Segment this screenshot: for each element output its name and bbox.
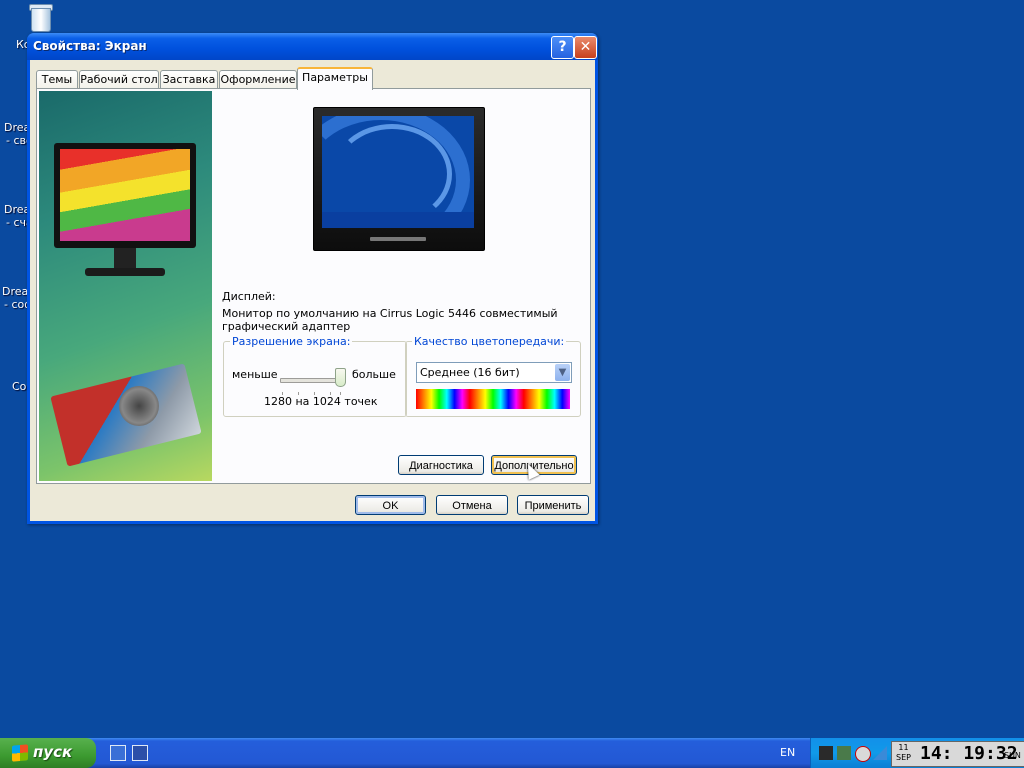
quicklaunch-save-icon[interactable]	[110, 745, 126, 761]
monitor-preview	[313, 107, 485, 251]
start-label: пуск	[33, 743, 73, 761]
resolution-value: 1280 на 1024 точек	[264, 395, 378, 408]
display-adapter-text-2: графический адаптер	[222, 320, 351, 333]
error-icon[interactable]	[855, 746, 871, 762]
system-tray: 11 SEP 14: 19:32 SUN	[810, 738, 1024, 768]
start-button[interactable]: пуск	[0, 738, 96, 768]
quicklaunch-window-icon[interactable]	[132, 745, 148, 761]
windows-flag-icon	[12, 744, 28, 762]
window-title: Свойства: Экран	[33, 39, 147, 53]
taskbar: пуск EN 11 SEP 14: 19:32 SUN	[0, 738, 1024, 768]
settings-panel: Дисплей: Монитор по умолчанию на Cirrus …	[36, 88, 591, 484]
tab-themes[interactable]: Темы	[36, 70, 78, 88]
rainbow-screen	[60, 149, 190, 241]
clock-month: SEP	[896, 753, 911, 762]
clock-date: 11 SEP	[896, 743, 911, 763]
resolution-legend: Разрешение экрана:	[232, 335, 351, 348]
dialog-client-area: Темы Рабочий стол Заставка Оформление Па…	[30, 60, 595, 521]
help-button[interactable]: ?	[551, 36, 574, 59]
tab-settings[interactable]: Параметры	[297, 67, 373, 90]
monitor-base	[85, 268, 165, 276]
tab-desktop[interactable]: Рабочий стол	[79, 70, 159, 88]
title-bar[interactable]: Свойства: Экран ? ✕	[27, 33, 598, 60]
recycle-bin-can	[31, 8, 51, 32]
resolution-more-label: больше	[352, 368, 396, 381]
apply-button[interactable]: Применить	[517, 495, 589, 515]
display-properties-window: Свойства: Экран ? ✕ Темы Рабочий стол За…	[27, 33, 598, 524]
clock[interactable]: 11 SEP 14: 19:32 SUN	[891, 741, 1024, 767]
diagnostics-button[interactable]: Диагностика	[398, 455, 484, 475]
recycle-bin-icon[interactable]	[27, 2, 53, 32]
resolution-slider-thumb[interactable]	[335, 368, 346, 387]
printer-icon[interactable]	[819, 746, 833, 760]
tab-appearance[interactable]: Оформление	[219, 70, 297, 88]
color-spectrum-bar	[416, 389, 570, 409]
display-adapter-text: Монитор по умолчанию на Cirrus Logic 544…	[222, 307, 558, 320]
gpu-fan-illustration	[119, 386, 159, 426]
desktop-icon-label[interactable]: Co	[12, 380, 26, 393]
language-indicator[interactable]: EN	[780, 746, 795, 759]
monitor-preview-screen	[322, 116, 474, 228]
tab-screensaver[interactable]: Заставка	[160, 70, 218, 88]
ok-button[interactable]: OK	[355, 495, 426, 515]
network-icon[interactable]	[837, 746, 851, 760]
monitor-stand	[114, 248, 136, 270]
desktop-icon-label[interactable]: Dreа	[2, 285, 28, 298]
clock-time: 14: 19:32	[920, 743, 1018, 764]
color-quality-group: Качество цветопередачи: Среднее (16 бит)…	[405, 335, 581, 417]
chevron-down-icon[interactable]: ▼	[555, 364, 570, 381]
color-quality-legend: Качество цветопередачи:	[414, 335, 565, 348]
display-label: Дисплей:	[222, 290, 276, 303]
decorative-side-image	[39, 91, 212, 481]
color-quality-value: Среднее (16 бит)	[420, 366, 520, 379]
monitor-illustration	[54, 143, 196, 248]
monitor-buttons	[370, 237, 426, 241]
wallpaper-taskbar	[322, 212, 474, 228]
wallpaper-swoosh-highlight	[332, 124, 452, 224]
signal-icon[interactable]	[873, 746, 887, 760]
clock-weekday: SUN	[1004, 751, 1021, 760]
cancel-button[interactable]: Отмена	[436, 495, 508, 515]
close-button[interactable]: ✕	[574, 36, 597, 59]
color-quality-select[interactable]: Среднее (16 бит) ▼	[416, 362, 572, 383]
resolution-group: Разрешение экрана: меньше больше 1280 на…	[223, 335, 407, 417]
resolution-less-label: меньше	[232, 368, 278, 381]
clock-day: 11	[898, 743, 909, 752]
